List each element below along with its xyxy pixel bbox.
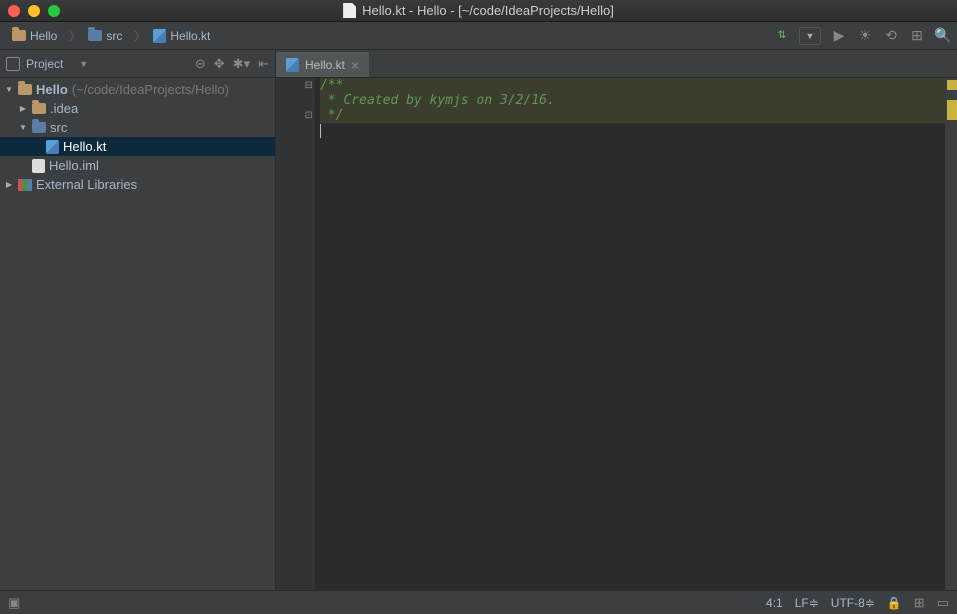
crumb-label: Hello.kt — [170, 29, 210, 43]
status-bar: ▣ 4:1 LF≑ UTF-8≑ 🔒 ⊞ ▭ — [0, 590, 957, 614]
tree-src[interactable]: src — [0, 118, 275, 137]
tree-label: Hello.kt — [63, 139, 106, 154]
sidebar-view-selector[interactable]: Project ▼ — [6, 57, 88, 71]
folder-icon — [12, 30, 26, 41]
tree-root[interactable]: Hello (~/code/IdeaProjects/Hello) — [0, 80, 275, 99]
memory-indicator-icon[interactable]: ⇅ — [773, 28, 789, 44]
tree-hello-kt[interactable]: Hello.kt — [0, 137, 275, 156]
run-icon[interactable]: ▶ — [831, 28, 847, 44]
expand-icon[interactable] — [18, 122, 28, 133]
toolbar-right: ⇅ ▼ ▶ ☀ ⟲ ⊞ 🔍 — [773, 27, 951, 45]
tree-hello-iml[interactable]: Hello.iml — [0, 156, 275, 175]
code-line: */ — [320, 108, 957, 123]
run-config-dropdown[interactable]: ▼ — [799, 27, 821, 45]
stop-icon[interactable]: ⟲ — [883, 28, 899, 44]
kotlin-file-icon — [46, 140, 59, 154]
debug-icon[interactable]: ☀ — [857, 28, 873, 44]
tree-label: src — [50, 120, 67, 135]
file-encoding[interactable]: UTF-8≑ — [831, 596, 875, 610]
code-text[interactable]: /** * Created by kymjs on 3/2/16. */ — [316, 78, 957, 590]
project-view-icon — [6, 57, 20, 71]
tree-label: .idea — [50, 101, 78, 116]
close-icon[interactable]: × — [351, 57, 359, 73]
settings-icon[interactable]: ✱▾ — [233, 56, 250, 72]
read-only-lock-icon[interactable]: 🔒 — [887, 596, 902, 610]
tree-label: Hello — [36, 82, 68, 97]
project-sidebar: Project ▼ ⊖ ✥ ✱▾ ⇤ Hello (~/code/IdeaPro… — [0, 50, 276, 590]
target-icon[interactable]: ✥ — [214, 56, 225, 72]
code-line: /** — [320, 78, 957, 93]
warning-marker[interactable] — [947, 100, 957, 120]
crumb-src[interactable]: src — [63, 28, 128, 44]
project-structure-icon[interactable]: ⊞ — [909, 28, 925, 44]
error-stripe[interactable] — [945, 78, 957, 590]
hide-icon[interactable]: ⇤ — [258, 56, 269, 72]
crumb-hello[interactable]: Hello — [6, 29, 63, 43]
code-line: * Created by kymjs on 3/2/16. — [320, 93, 957, 108]
tab-label: Hello.kt — [305, 58, 345, 72]
main-content: Project ▼ ⊖ ✥ ✱▾ ⇤ Hello (~/code/IdeaPro… — [0, 50, 957, 590]
code-area[interactable]: ⊟ ⊡ /** * Created by kymjs on 3/2/16. */ — [276, 78, 957, 590]
window-title: Hello.kt - Hello - [~/code/IdeaProjects/… — [0, 3, 957, 18]
fold-end-icon[interactable]: ⊡ — [305, 110, 313, 121]
kotlin-file-icon — [286, 58, 299, 72]
project-tree: Hello (~/code/IdeaProjects/Hello) .idea … — [0, 78, 275, 196]
crumb-label: Hello — [30, 29, 57, 43]
editor-area: Hello.kt × ⊟ ⊡ /** * Created by kymjs on… — [276, 50, 957, 590]
line-ending[interactable]: LF≑ — [795, 596, 819, 610]
kotlin-file-icon — [153, 29, 166, 43]
chevron-down-icon: ▼ — [79, 59, 88, 69]
fold-minus-icon[interactable]: ⊟ — [305, 80, 313, 91]
window-title-text: Hello.kt - Hello - [~/code/IdeaProjects/… — [362, 3, 614, 18]
tree-idea[interactable]: .idea — [0, 99, 275, 118]
file-icon — [343, 3, 356, 18]
expand-icon[interactable] — [4, 179, 14, 190]
caret-position[interactable]: 4:1 — [766, 596, 783, 610]
breadcrumb: Hello src Hello.kt — [6, 28, 216, 44]
tree-label: External Libraries — [36, 177, 137, 192]
expand-icon[interactable] — [4, 84, 14, 95]
tool-window-icon[interactable]: ▣ — [8, 595, 20, 611]
tree-label: Hello.iml — [49, 158, 99, 173]
library-icon — [18, 179, 32, 191]
gutter: ⊟ ⊡ — [276, 78, 316, 590]
inspector-icon[interactable]: ⊞ — [914, 595, 925, 611]
search-icon[interactable]: 🔍 — [935, 28, 951, 44]
iml-file-icon — [32, 159, 45, 173]
warning-marker[interactable] — [947, 80, 957, 90]
editor-tabs: Hello.kt × — [276, 50, 957, 78]
folder-icon — [32, 122, 46, 133]
tree-ext-lib[interactable]: External Libraries — [0, 175, 275, 194]
tree-path: (~/code/IdeaProjects/Hello) — [72, 82, 229, 97]
crumb-file[interactable]: Hello.kt — [128, 28, 216, 44]
sidebar-actions: ⊖ ✥ ✱▾ ⇤ — [195, 56, 269, 72]
text-cursor — [320, 124, 321, 138]
notifications-icon[interactable]: ▭ — [937, 595, 949, 611]
folder-icon — [88, 30, 102, 41]
code-line — [320, 123, 957, 138]
sidebar-title: Project — [26, 57, 63, 71]
collapse-all-icon[interactable]: ⊖ — [195, 56, 206, 72]
crumb-label: src — [106, 29, 122, 43]
title-bar: Hello.kt - Hello - [~/code/IdeaProjects/… — [0, 0, 957, 22]
expand-icon[interactable] — [18, 103, 28, 114]
folder-icon — [32, 103, 46, 114]
sidebar-header: Project ▼ ⊖ ✥ ✱▾ ⇤ — [0, 50, 275, 78]
tab-hello-kt[interactable]: Hello.kt × — [276, 50, 369, 77]
status-right: 4:1 LF≑ UTF-8≑ 🔒 ⊞ ▭ — [766, 595, 949, 611]
folder-icon — [18, 84, 32, 95]
nav-row: Hello src Hello.kt ⇅ ▼ ▶ ☀ ⟲ ⊞ 🔍 — [0, 22, 957, 50]
